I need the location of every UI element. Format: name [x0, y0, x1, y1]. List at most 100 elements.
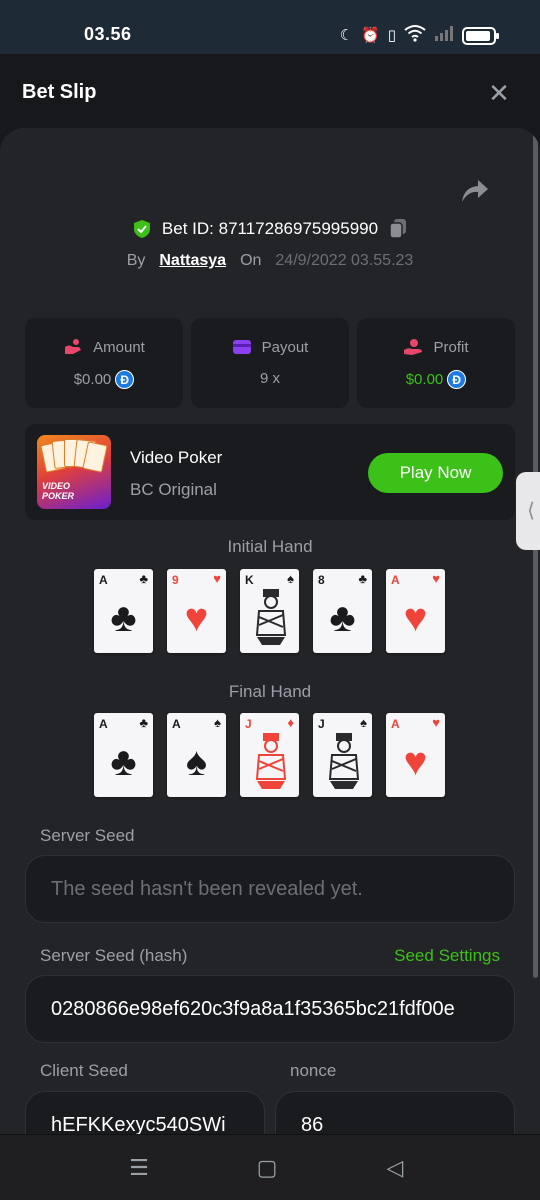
card-rank: A	[99, 717, 108, 731]
card-rank: J	[318, 717, 325, 731]
face-card-figure-icon	[255, 589, 287, 645]
battery-icon	[462, 26, 499, 45]
card-suit-small: ♠	[214, 715, 221, 730]
playing-card: J ♦	[240, 713, 299, 797]
card-rank: 8	[318, 573, 325, 587]
card-rank: A	[172, 717, 181, 731]
playing-card: A ♥ ♥	[386, 713, 445, 797]
home-icon[interactable]: ▢	[252, 1153, 282, 1183]
playing-card: A ♠ ♠	[167, 713, 226, 797]
bet-date: 24/9/2022 03.55.23	[275, 252, 414, 269]
playing-card: 8 ♣ ♣	[313, 569, 372, 653]
card-rank: A	[391, 573, 400, 587]
bet-slip-panel: Bet ID: 87117286975995990 By Nattasya On…	[0, 128, 540, 1134]
initial-hand-label: Initial Hand	[227, 537, 313, 556]
card-suit-small: ♠	[360, 715, 367, 730]
bet-user-link[interactable]: Nattasya	[159, 252, 226, 270]
payout-stat: Payout 9 x	[191, 318, 349, 408]
playing-card: A ♣ ♣	[94, 569, 153, 653]
playing-card: J ♠	[313, 713, 372, 797]
amount-icon	[65, 339, 82, 354]
face-card-figure-icon	[328, 733, 360, 789]
profit-value: $0.00	[405, 371, 444, 388]
vibrate-icon: ▯	[387, 26, 396, 44]
card-suit-large: ♣	[110, 596, 137, 640]
card-rank: A	[99, 573, 108, 587]
final-hand-label: Final Hand	[228, 682, 312, 701]
bet-id-row: Bet ID: 87117286975995990	[0, 218, 540, 240]
card-suit-small: ♥	[432, 571, 440, 586]
amount-value: $0.00	[73, 371, 112, 388]
card-rank: J	[245, 717, 252, 731]
card-suit-small: ♣	[139, 571, 148, 586]
play-now-button[interactable]: Play Now	[368, 453, 503, 493]
profit-icon	[404, 339, 423, 355]
payout-value: 9 x	[259, 370, 280, 387]
card-suit-large: ♣	[329, 596, 356, 640]
card-suit-small: ♦	[287, 715, 294, 730]
coin-icon: Đ	[115, 370, 135, 389]
card-suit-small: ♠	[287, 571, 294, 586]
playing-card: A ♥ ♥	[386, 569, 445, 653]
profit-stat: Profit $0.00 Đ	[357, 318, 515, 408]
status-time: 03.56	[84, 24, 132, 44]
card-rank: A	[391, 717, 400, 731]
verified-shield-icon	[133, 220, 150, 238]
card-rank: 9	[172, 573, 179, 587]
system-nav-bar: ☰ ▢ ◁	[0, 1134, 540, 1200]
moon-icon: ☾	[339, 26, 354, 44]
page-title: Bet Slip	[22, 81, 97, 103]
server-seed-label: Server Seed	[40, 826, 135, 845]
game-provider: BC Original	[130, 480, 217, 499]
initial-hand: A ♣ ♣ 9 ♥ ♥ K ♠ 8 ♣ ♣ A ♥ ♥	[94, 569, 445, 653]
playing-card: 9 ♥ ♥	[167, 569, 226, 653]
signal-icon	[434, 25, 454, 46]
server-seed-field: The seed hasn't been revealed yet.	[25, 855, 515, 923]
menu-icon[interactable]: ☰	[124, 1153, 154, 1183]
nonce-label: nonce	[290, 1061, 337, 1080]
server-seed-hash-field[interactable]: 0280866e98ef620c3f9a8a1f35365bc21fdf00e	[25, 975, 515, 1043]
seed-settings-link[interactable]: Seed Settings	[394, 946, 500, 966]
coin-icon: Đ	[447, 370, 467, 389]
thumb-title-line2: POKER	[42, 491, 75, 501]
status-bar: 03.56 ☾ ⏰ ▯	[0, 0, 540, 54]
side-panel-tab[interactable]: ⟨	[516, 472, 540, 550]
card-rank: K	[245, 573, 254, 587]
bet-stats: Amount $0.00 Đ Payout 9 x Profit $0.00 Đ	[25, 318, 515, 408]
back-icon[interactable]: ◁	[380, 1153, 410, 1183]
card-suit-small: ♣	[139, 715, 148, 730]
game-card: VIDEO POKER Video Poker BC Original Play…	[25, 424, 515, 520]
bet-author-row: By Nattasya On 24/9/2022 03.55.23	[0, 252, 540, 270]
payout-label: Payout	[261, 338, 309, 356]
thumb-title-line1: VIDEO	[42, 481, 71, 491]
card-suit-large: ♥	[184, 596, 209, 640]
card-suit-large: ♠	[185, 740, 208, 784]
bet-id: Bet ID: 87117286975995990	[161, 219, 379, 238]
nonce-field[interactable]: 86	[275, 1091, 515, 1134]
share-icon[interactable]	[460, 178, 490, 204]
final-hand: A ♣ ♣ A ♠ ♠ J ♦ J ♠ A ♥ ♥	[94, 713, 445, 797]
alarm-icon: ⏰	[361, 26, 380, 44]
status-icons: ☾ ⏰ ▯	[339, 24, 499, 47]
card-suit-small: ♣	[358, 571, 367, 586]
amount-label: Amount	[93, 338, 145, 356]
payout-icon	[232, 340, 251, 354]
profit-label: Profit	[433, 338, 469, 356]
close-icon[interactable]: ✕	[482, 76, 516, 110]
bet-slip-header: Bet Slip ✕	[0, 54, 540, 130]
card-suit-large: ♣	[110, 740, 137, 784]
video-poker-thumbnail[interactable]: VIDEO POKER	[37, 435, 111, 509]
on-label: On	[240, 252, 262, 269]
amount-stat: Amount $0.00 Đ	[25, 318, 183, 408]
playing-card: A ♣ ♣	[94, 713, 153, 797]
wifi-icon	[404, 24, 426, 47]
game-name: Video Poker	[130, 448, 223, 467]
card-suit-small: ♥	[432, 715, 440, 730]
server-seed-hash-label: Server Seed (hash)	[40, 946, 188, 965]
face-card-figure-icon	[255, 733, 287, 789]
playing-card: K ♠	[240, 569, 299, 653]
client-seed-field[interactable]: hEFKKexyc540SWi	[25, 1091, 265, 1134]
card-suit-large: ♥	[403, 740, 428, 784]
copy-icon[interactable]	[388, 218, 408, 240]
card-suit-small: ♥	[213, 571, 221, 586]
